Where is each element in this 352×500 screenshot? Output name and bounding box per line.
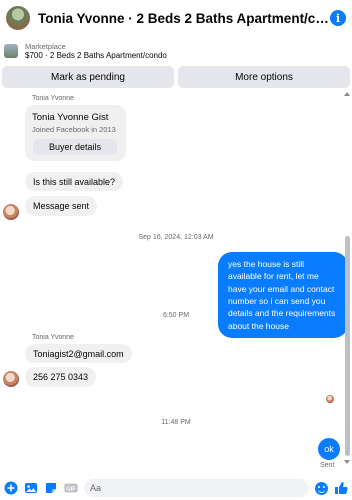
scroll-up-icon[interactable] <box>344 92 350 96</box>
timestamp: 6:50 PM <box>162 312 190 319</box>
listing-item: $700 · 2 Beds 2 Baths Apartment/condo <box>25 50 167 60</box>
thread-scrollbar[interactable] <box>344 92 350 464</box>
sender-name: Tonia Yvonne <box>32 95 74 102</box>
profile-card: Tonia Yvonne Gist Joined Facebook in 201… <box>25 105 126 161</box>
mark-as-pending-button[interactable]: Mark as pending <box>2 66 174 88</box>
buyer-details-button[interactable]: Buyer details <box>33 139 117 155</box>
sender-name: Tonia Yvonne <box>32 334 74 341</box>
message-composer: GIF <box>0 476 352 500</box>
seen-indicator-avatar <box>326 395 334 403</box>
message-thread: Tonia Yvonne Tonia Yvonne Gist Joined Fa… <box>0 90 352 470</box>
scroll-thumb[interactable] <box>345 236 350 456</box>
listing-avatar[interactable] <box>6 6 30 30</box>
listing-thumbnail <box>4 44 18 58</box>
info-icon[interactable]: i <box>330 10 346 26</box>
marketplace-label: Marketplace <box>25 41 66 51</box>
conversation-title[interactable]: Tonia Yvonne · 2 Beds 2 Baths Apartment/… <box>38 11 330 26</box>
photo-icon[interactable] <box>24 481 38 495</box>
marketplace-listing[interactable]: Marketplace $700 · 2 Beds 2 Baths Apartm… <box>0 38 352 64</box>
sticker-icon[interactable] <box>44 481 58 495</box>
add-icon[interactable] <box>4 481 18 495</box>
message-input-wrapper <box>84 479 309 497</box>
scroll-down-icon[interactable] <box>344 460 350 464</box>
message-input[interactable] <box>90 483 303 493</box>
listing-actions: Mark as pending More options <box>2 66 350 88</box>
sender-avatar[interactable] <box>3 204 19 220</box>
profile-card-name: Tonia Yvonne Gist <box>32 112 109 123</box>
sent-status: Sent <box>320 462 335 469</box>
message-bubble: Toniagist2@gmail.com <box>25 344 132 363</box>
like-icon[interactable] <box>334 481 348 495</box>
message-bubble: Is this still available? <box>25 172 124 191</box>
message-bubble: 256 275 0343 <box>25 367 97 387</box>
conversation-header: Tonia Yvonne · 2 Beds 2 Baths Apartment/… <box>0 0 352 36</box>
svg-text:GIF: GIF <box>66 487 76 493</box>
sender-avatar[interactable] <box>3 371 19 387</box>
more-options-button[interactable]: More options <box>178 66 350 88</box>
gif-icon[interactable]: GIF <box>64 481 78 495</box>
timestamp: Sep 16, 2024, 12:03 AM <box>138 234 214 241</box>
message-bubble: Message sent <box>25 196 98 216</box>
outgoing-message-bubble: yes the house is still available for ren… <box>218 252 348 338</box>
emoji-icon[interactable] <box>315 481 328 495</box>
timestamp: 11:48 PM <box>161 419 191 426</box>
profile-card-joined: Joined Facebook in 2013 <box>32 125 116 134</box>
outgoing-message-bubble: ok <box>318 438 340 460</box>
